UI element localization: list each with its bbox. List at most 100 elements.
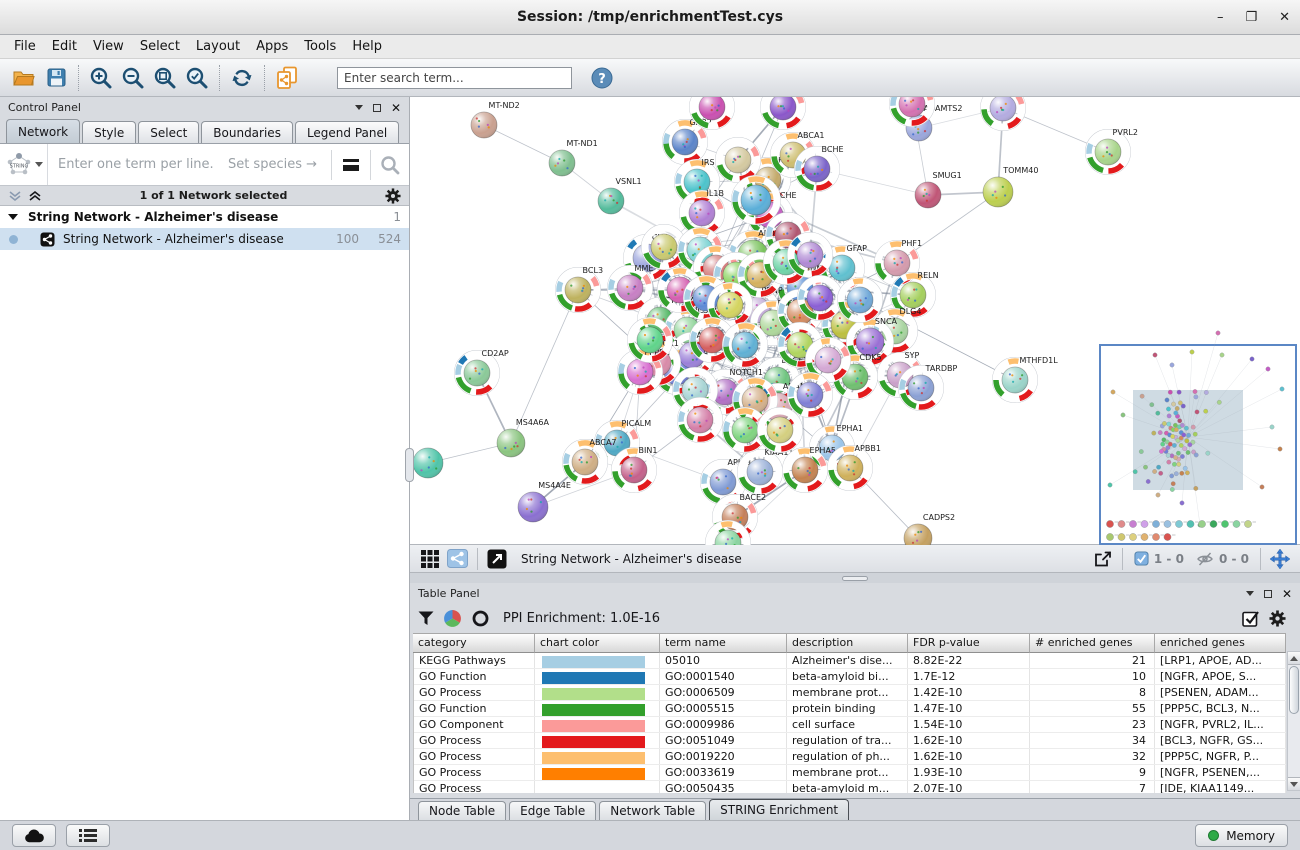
table-row[interactable]: GO FunctionGO:0005515protein binding1.47…	[414, 701, 1286, 717]
splitter-handle[interactable]	[842, 576, 868, 581]
string-panel-button[interactable]	[443, 547, 472, 571]
help-button[interactable]: ?	[586, 62, 618, 94]
network-node[interactable]	[797, 275, 842, 320]
string-search-button[interactable]	[371, 144, 409, 185]
table-row[interactable]: GO ComponentGO:0009986cell surface1.54E-…	[414, 717, 1286, 733]
tab-select[interactable]: Select	[138, 121, 199, 143]
column-header-category[interactable]: category	[413, 633, 535, 653]
network-node[interactable]	[627, 317, 672, 362]
birdseye-minimap[interactable]	[1100, 331, 1296, 544]
tab-network-table[interactable]: Network Table	[599, 801, 706, 820]
panel-menu-icon[interactable]	[355, 105, 363, 110]
tab-string-enrichment[interactable]: STRING Enrichment	[709, 799, 849, 820]
scroll-down-button[interactable]	[1288, 777, 1300, 790]
open-in-browser-button[interactable]	[483, 547, 511, 571]
table-row[interactable]: GO ProcessGO:0033619membrane prot...1.93…	[414, 765, 1286, 781]
set-species-link[interactable]: Set species →	[228, 157, 331, 172]
node-layer[interactable]: MT-ND2MT-ND1VSNL1GAB2IRS1CHATABCA1BCHEAC…	[410, 97, 1138, 545]
network-node-smug1[interactable]: SMUG1	[915, 171, 962, 208]
refresh-network-button[interactable]	[226, 62, 258, 94]
export-network-button[interactable]	[1089, 547, 1117, 571]
pan-navigate-button[interactable]	[1266, 547, 1294, 571]
network-node[interactable]	[677, 397, 722, 442]
window-titlebar[interactable]: Session: /tmp/enrichmentTest.cys – ❐ ✕	[0, 0, 1300, 35]
menu-file[interactable]: File	[6, 36, 44, 57]
table-row[interactable]: GO ProcessGO:0019220regulation of ph...1…	[414, 749, 1286, 765]
network-node[interactable]	[787, 372, 832, 417]
table-row[interactable]: GO FunctionGO:0001540beta-amyloid bi...1…	[414, 669, 1286, 685]
menu-edit[interactable]: Edit	[44, 36, 85, 57]
table-row[interactable]: GO ProcessGO:0006509membrane prot...1.42…	[414, 685, 1286, 701]
expand-triangle-icon[interactable]	[8, 214, 18, 220]
minimize-button[interactable]: –	[1217, 10, 1224, 25]
tab-network[interactable]: Network	[6, 119, 80, 143]
network-node-ms4a4a[interactable]: MS4A4A	[410, 437, 443, 478]
network-node-pvrl2[interactable]: PVRL2	[1085, 128, 1138, 175]
network-node-cadps2[interactable]: CADPS2	[904, 513, 955, 545]
enrichment-table-header[interactable]: categorychart colorterm namedescriptionF…	[413, 633, 1286, 653]
expand-all-icon[interactable]	[28, 189, 42, 203]
task-history-button[interactable]	[66, 824, 110, 847]
network-node[interactable]	[980, 97, 1025, 131]
column-header-term-name[interactable]: term name	[660, 633, 787, 653]
float-panel-icon[interactable]	[373, 104, 381, 112]
panel-splitter-handle[interactable]	[405, 448, 414, 482]
network-node-tardbp[interactable]: TARDBP	[898, 364, 957, 411]
draw-charts-pie-icon[interactable]	[443, 609, 462, 628]
string-query-input[interactable]: Enter one term per line.	[48, 157, 228, 172]
column-header--enriched-genes[interactable]: # enriched genes	[1030, 633, 1155, 653]
enrichment-table-body[interactable]: KEGG Pathways05010Alzheimer's dise...8.8…	[413, 653, 1286, 793]
table-row[interactable]: KEGG Pathways05010Alzheimer's dise...8.8…	[414, 653, 1286, 669]
tab-legend-panel[interactable]: Legend Panel	[295, 121, 399, 143]
menu-layout[interactable]: Layout	[188, 36, 248, 57]
network-view[interactable]: MT-ND2MT-ND1VSNL1GAB2IRS1CHATABCA1BCHEAC…	[410, 97, 1300, 545]
table-scrollbar[interactable]	[1287, 651, 1300, 791]
network-canvas[interactable]: MT-ND2MT-ND1VSNL1GAB2IRS1CHATABCA1BCHEAC…	[410, 97, 1300, 545]
network-node-mthfd1l[interactable]: MTHFD1L	[992, 356, 1058, 403]
network-node-vsnl1[interactable]: VSNL1	[598, 177, 642, 214]
network-node-cd2ap[interactable]: CD2AP	[454, 349, 508, 396]
menu-help[interactable]: Help	[344, 36, 390, 57]
menu-apps[interactable]: Apps	[248, 36, 296, 57]
network-node-ms4a4e[interactable]: MS4A4E	[518, 481, 571, 522]
column-header-chart-color[interactable]: chart color	[535, 633, 660, 653]
table-settings-gear-icon[interactable]	[1269, 610, 1286, 627]
column-header-enriched-genes[interactable]: enriched genes	[1155, 633, 1286, 653]
network-row[interactable]: String Network - Alzheimer's disease 100…	[0, 228, 409, 250]
maximize-button[interactable]: ❐	[1245, 10, 1257, 25]
table-row[interactable]: GO ProcessGO:0051049regulation of tra...…	[414, 733, 1286, 749]
save-session-button[interactable]	[40, 62, 72, 94]
open-session-button[interactable]	[8, 62, 40, 94]
filter-funnel-icon[interactable]	[418, 611, 434, 626]
reset-charts-ring-icon[interactable]	[471, 609, 490, 628]
table-splitter[interactable]	[410, 573, 1300, 583]
network-node[interactable]	[757, 407, 802, 452]
zoom-selected-button[interactable]	[181, 62, 213, 94]
zoom-fit-button[interactable]	[149, 62, 181, 94]
select-columns-checkbox-icon[interactable]	[1242, 610, 1260, 628]
copy-network-button[interactable]	[271, 62, 303, 94]
network-node[interactable]	[787, 232, 832, 277]
menu-tools[interactable]: Tools	[296, 36, 344, 57]
network-options-gear-icon[interactable]	[385, 188, 401, 204]
tab-edge-table[interactable]: Edge Table	[509, 801, 596, 820]
network-node-mt-nd1[interactable]: MT-ND1	[549, 139, 598, 176]
string-logo-button[interactable]: STRING	[0, 144, 48, 185]
collapse-all-icon[interactable]	[8, 189, 22, 203]
zoom-in-button[interactable]	[85, 62, 117, 94]
float-panel-icon[interactable]	[1264, 590, 1272, 598]
column-header-description[interactable]: description	[787, 633, 908, 653]
menu-select[interactable]: Select	[132, 36, 188, 57]
string-options-button[interactable]	[332, 144, 370, 185]
search-input[interactable]	[337, 67, 572, 89]
network-node[interactable]	[837, 277, 882, 322]
network-node-tomm40[interactable]: TOMM40	[983, 166, 1038, 207]
close-panel-icon[interactable]: ✕	[391, 101, 401, 115]
scroll-up-button[interactable]	[1288, 652, 1300, 665]
panel-menu-icon[interactable]	[1246, 591, 1254, 596]
menu-view[interactable]: View	[85, 36, 132, 57]
table-row[interactable]: GO ProcessGO:0050435beta-amyloid m...2.0…	[414, 781, 1286, 793]
network-node-mt-nd2[interactable]: MT-ND2	[471, 101, 520, 138]
memory-button[interactable]: Memory	[1195, 824, 1288, 847]
network-collection-row[interactable]: String Network - Alzheimer's disease 1	[0, 206, 409, 228]
